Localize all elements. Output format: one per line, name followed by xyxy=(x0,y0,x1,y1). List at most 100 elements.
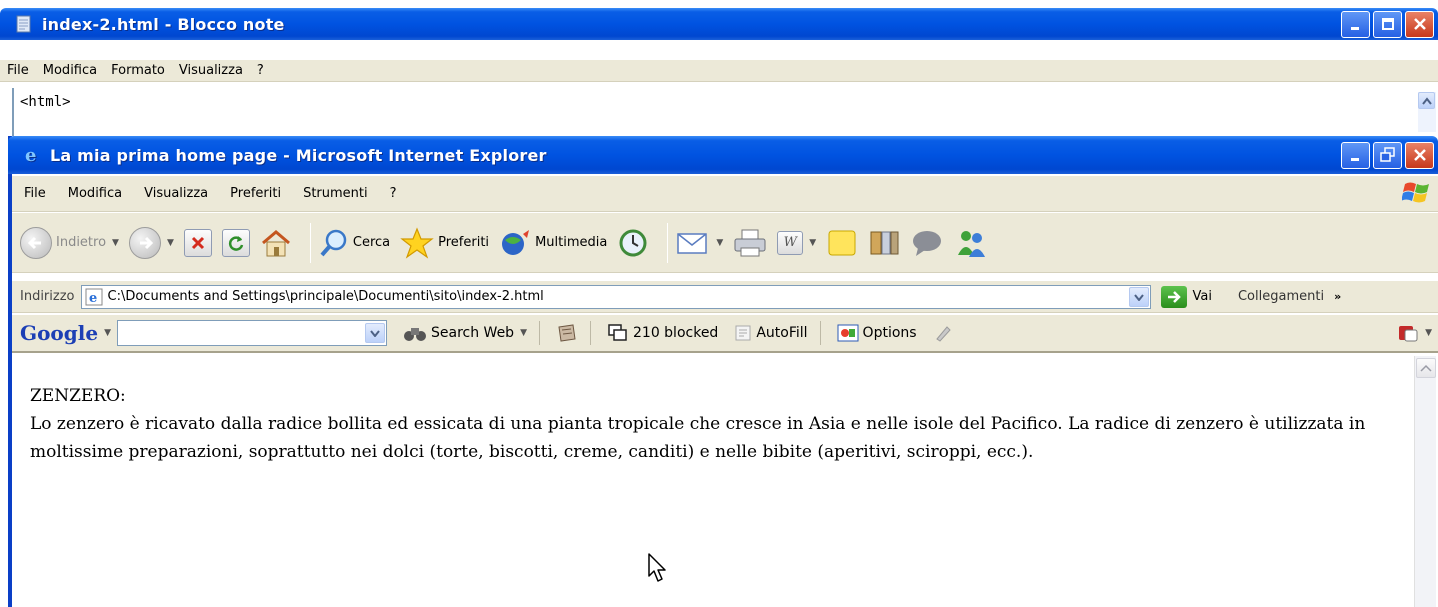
messenger-button[interactable] xyxy=(954,227,988,259)
autofill-label: AutoFill xyxy=(756,325,808,341)
chevron-up-icon xyxy=(1421,96,1432,105)
page-heading: ZENZERO: xyxy=(30,386,126,406)
forward-arrow-icon xyxy=(128,226,161,259)
notepad-maximize-button[interactable] xyxy=(1373,10,1402,38)
popup-blocker-button[interactable]: 210 blocked xyxy=(607,323,718,343)
ie-menu-help[interactable]: ? xyxy=(390,186,419,201)
notepad-title: index-2.html - Blocco note xyxy=(42,14,285,34)
links-more-chevron[interactable]: » xyxy=(1334,290,1341,303)
search-icon xyxy=(320,229,347,256)
notepad-close-button[interactable] xyxy=(1405,10,1434,38)
history-icon xyxy=(619,229,647,256)
notepad-menu-visualizza[interactable]: Visualizza xyxy=(172,63,250,78)
page-info-icon xyxy=(558,324,576,342)
google-toolbar: Google ▼ Search Web ▼ 210 blocked AutoFi… xyxy=(12,315,1438,353)
messenger-chat-button[interactable] xyxy=(910,228,944,258)
history-button[interactable] xyxy=(617,227,649,259)
links-button[interactable]: Collegamenti xyxy=(1238,289,1324,304)
print-button[interactable] xyxy=(733,228,767,258)
research-icon xyxy=(870,231,899,254)
options-icon xyxy=(837,324,859,342)
popup-blocker-icon xyxy=(608,324,627,341)
address-dropdown-button[interactable] xyxy=(1128,286,1149,307)
close-icon xyxy=(1413,149,1426,161)
print-icon xyxy=(734,229,766,256)
back-button[interactable]: Indietro ▼ xyxy=(20,226,119,259)
stop-button[interactable] xyxy=(183,228,212,257)
ie-minimize-button[interactable] xyxy=(1341,141,1370,169)
notepad-text-area[interactable]: <html> xyxy=(12,88,1438,136)
google-search-dropdown-button[interactable] xyxy=(365,323,385,343)
search-web-button[interactable]: Search Web ▼ xyxy=(403,323,527,343)
forward-button[interactable]: ▼ xyxy=(128,226,174,259)
forward-dropdown-icon[interactable]: ▼ xyxy=(167,238,174,248)
options-button[interactable]: Options xyxy=(837,324,917,342)
chevron-up-icon xyxy=(1420,364,1432,372)
google-logo-button[interactable]: Google ▼ xyxy=(20,321,111,345)
discuss-button[interactable] xyxy=(826,228,858,258)
highlight-button[interactable] xyxy=(933,323,953,343)
notepad-menu-modifica[interactable]: Modifica xyxy=(36,63,104,78)
minimize-icon xyxy=(1350,27,1359,30)
notepad-minimize-button[interactable] xyxy=(1341,10,1370,38)
edit-dropdown-icon[interactable]: ▼ xyxy=(809,238,816,248)
scroll-up-button[interactable] xyxy=(1418,92,1435,109)
search-label: Cerca xyxy=(352,235,391,250)
address-field[interactable]: e C:\Documents and Settings\principale\D… xyxy=(80,284,1151,309)
page-content: ZENZERO: Lo zenzero è ricavato dalla rad… xyxy=(12,354,1414,607)
word-icon: W xyxy=(777,230,804,255)
stop-icon xyxy=(183,228,212,257)
media-icon xyxy=(502,229,530,255)
go-button[interactable]: Vai xyxy=(1160,285,1212,308)
refresh-button[interactable] xyxy=(221,228,250,257)
mouse-pointer-icon xyxy=(648,553,666,582)
home-button[interactable] xyxy=(260,228,292,258)
notepad-scrollbar[interactable] xyxy=(1418,92,1436,132)
ie-menubar: File Modifica Visualizza Preferiti Strum… xyxy=(12,176,1438,212)
svg-text:e: e xyxy=(25,145,36,165)
notepad-titlebar[interactable]: index-2.html - Blocco note xyxy=(0,8,1438,40)
notepad-menu-file[interactable]: File xyxy=(0,63,36,78)
notepad-menu-formato[interactable]: Formato xyxy=(104,63,172,78)
autofill-button[interactable]: AutoFill xyxy=(734,324,808,342)
edit-word-button[interactable]: W ▼ xyxy=(777,230,816,255)
back-label: Indietro xyxy=(56,235,107,250)
ie-icon: e xyxy=(22,145,42,165)
messenger-icon xyxy=(958,230,986,257)
page-scrollbar[interactable] xyxy=(1414,356,1436,607)
autofill-icon xyxy=(735,325,751,341)
page-info-button[interactable] xyxy=(556,323,578,343)
favorites-button[interactable]: Preferiti xyxy=(400,226,489,259)
ie-menu-strumenti[interactable]: Strumenti xyxy=(303,186,390,201)
back-dropdown-icon[interactable]: ▼ xyxy=(112,238,119,248)
ie-titlebar[interactable]: e La mia prima home page - Microsoft Int… xyxy=(8,136,1438,174)
search-button[interactable]: Cerca xyxy=(319,228,390,258)
google-search-input[interactable] xyxy=(117,320,387,346)
ie-menu-file[interactable]: File xyxy=(24,186,68,201)
ie-menu-visualizza[interactable]: Visualizza xyxy=(144,186,230,201)
page-scroll-up-button[interactable] xyxy=(1416,358,1436,378)
search-web-label: Search Web xyxy=(431,325,515,341)
mail-dropdown-icon[interactable]: ▼ xyxy=(716,238,723,248)
ie-menu-preferiti[interactable]: Preferiti xyxy=(230,186,303,201)
ie-standard-toolbar: Indietro ▼ ▼ Cerca Preferiti Multimedia xyxy=(12,213,1438,273)
restore-icon xyxy=(1379,147,1395,162)
translate-dropdown-icon[interactable]: ▼ xyxy=(1425,328,1432,338)
mail-icon xyxy=(677,232,708,254)
ie-restore-button[interactable] xyxy=(1373,141,1402,169)
address-label: Indirizzo xyxy=(20,289,75,304)
close-icon xyxy=(1413,18,1426,30)
ie-title: La mia prima home page - Microsoft Inter… xyxy=(50,145,547,165)
binoculars-icon xyxy=(404,328,426,341)
media-button[interactable]: Multimedia xyxy=(499,228,607,258)
research-button[interactable] xyxy=(868,228,900,258)
search-web-dropdown-icon[interactable]: ▼ xyxy=(520,328,527,338)
translate-button[interactable]: ▼ xyxy=(1397,323,1432,343)
mail-button[interactable]: ▼ xyxy=(676,229,723,257)
ie-close-button[interactable] xyxy=(1405,141,1434,169)
ie-menu-modifica[interactable]: Modifica xyxy=(68,186,144,201)
note-icon xyxy=(828,230,856,255)
popup-blocked-count: 210 blocked xyxy=(633,325,719,341)
back-arrow-icon xyxy=(20,226,52,259)
notepad-menu-help[interactable]: ? xyxy=(250,63,271,78)
